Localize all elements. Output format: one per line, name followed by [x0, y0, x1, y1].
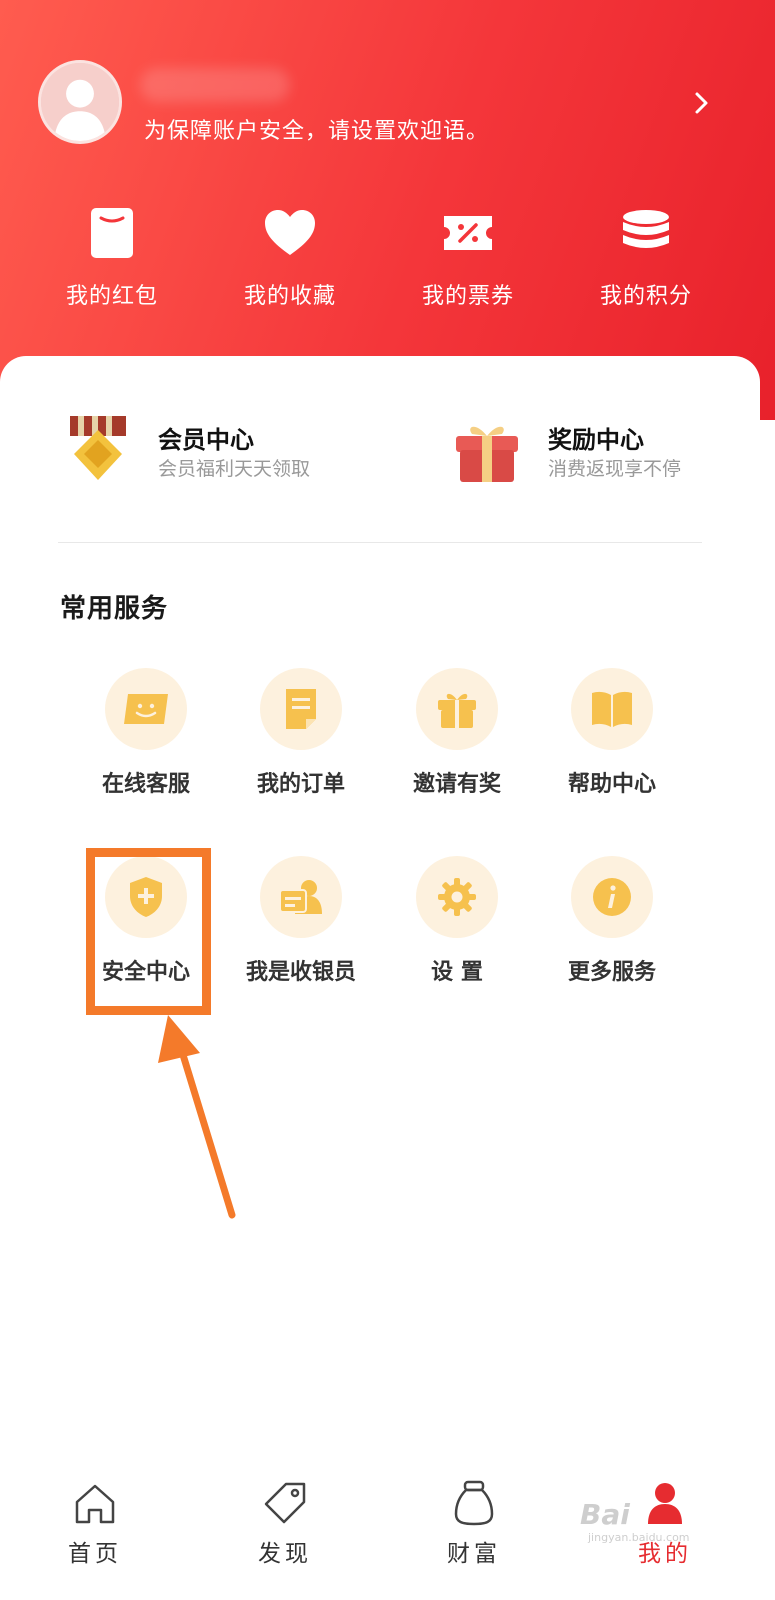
tab-home[interactable]: 首页	[45, 1480, 145, 1568]
gift-box-icon	[456, 426, 518, 482]
service-label: 我是收银员	[245, 960, 356, 985]
divider	[58, 542, 702, 543]
info-icon	[593, 878, 631, 916]
reward-center-entry[interactable]: 奖励中心 消费返现享不停	[450, 414, 740, 504]
shortcut-red-envelope[interactable]: 我的红包	[22, 195, 202, 310]
coins-icon	[623, 209, 669, 248]
service-online-support[interactable]: 在线客服	[68, 668, 224, 798]
shortcut-favorites[interactable]: 我的收藏	[200, 195, 380, 310]
order-document-icon	[286, 689, 316, 729]
section-title: 常用服务	[60, 594, 169, 624]
username-blurred	[140, 68, 290, 102]
customer-service-icon	[124, 694, 168, 724]
watermark-text: Bai	[580, 1498, 630, 1531]
service-label: 在线客服	[101, 772, 190, 797]
chevron-right-icon[interactable]	[690, 88, 714, 118]
service-my-orders[interactable]: 我的订单	[223, 668, 379, 798]
promo-title: 奖励中心	[548, 426, 644, 454]
tag-icon	[264, 1482, 306, 1524]
service-cashier[interactable]: 我是收银员	[223, 856, 379, 986]
promo-subtitle: 消费返现享不停	[548, 458, 682, 480]
shortcut-label: 我的红包	[65, 284, 158, 309]
heart-icon	[265, 209, 315, 255]
promo-title: 会员中心	[158, 426, 254, 454]
tab-label: 财富	[447, 1541, 501, 1567]
tab-discover[interactable]: 发现	[235, 1480, 335, 1568]
avatar[interactable]	[38, 60, 122, 144]
service-label: 邀请有奖	[412, 772, 501, 797]
service-invite-reward[interactable]: 邀请有奖	[379, 668, 535, 798]
shortcut-label: 我的收藏	[243, 284, 336, 309]
shortcut-label: 我的票券	[421, 284, 514, 309]
home-icon	[75, 1484, 115, 1524]
member-center-entry[interactable]: 会员中心 会员福利天天领取	[60, 414, 360, 504]
promo-subtitle: 会员福利天天领取	[158, 458, 311, 480]
shortcut-label: 我的积分	[599, 284, 692, 309]
service-label: 设 置	[431, 960, 483, 985]
shortcut-points[interactable]: 我的积分	[556, 195, 736, 310]
tab-label: 发现	[258, 1541, 312, 1567]
coupon-icon	[444, 215, 492, 250]
service-more[interactable]: 更多服务	[534, 856, 690, 986]
user-avatar-icon	[41, 63, 119, 141]
service-label: 帮助中心	[567, 772, 656, 797]
service-settings[interactable]: 设 置	[379, 856, 535, 986]
pointer-arrow-icon	[158, 1015, 236, 1219]
tab-wealth[interactable]: 财富	[424, 1480, 524, 1568]
service-label: 更多服务	[567, 960, 656, 985]
tab-label: 首页	[68, 1541, 122, 1567]
gift-icon	[438, 693, 476, 728]
gear-icon	[438, 878, 476, 916]
red-envelope-icon	[91, 207, 133, 258]
service-label: 我的订单	[256, 772, 345, 797]
highlight-box	[86, 848, 211, 1015]
book-icon	[592, 691, 632, 727]
cashier-icon	[279, 880, 322, 914]
medal-icon	[70, 416, 126, 480]
shortcut-coupons[interactable]: 我的票券	[378, 195, 558, 310]
watermark-subtext: jingyan.baidu.com	[588, 1531, 690, 1544]
watermark: Bai jingyan.baidu.com	[580, 1498, 690, 1544]
service-help-center[interactable]: 帮助中心	[534, 668, 690, 798]
money-bag-icon	[454, 1480, 494, 1526]
welcome-message[interactable]: 为保障账户安全，请设置欢迎语。	[144, 113, 489, 145]
